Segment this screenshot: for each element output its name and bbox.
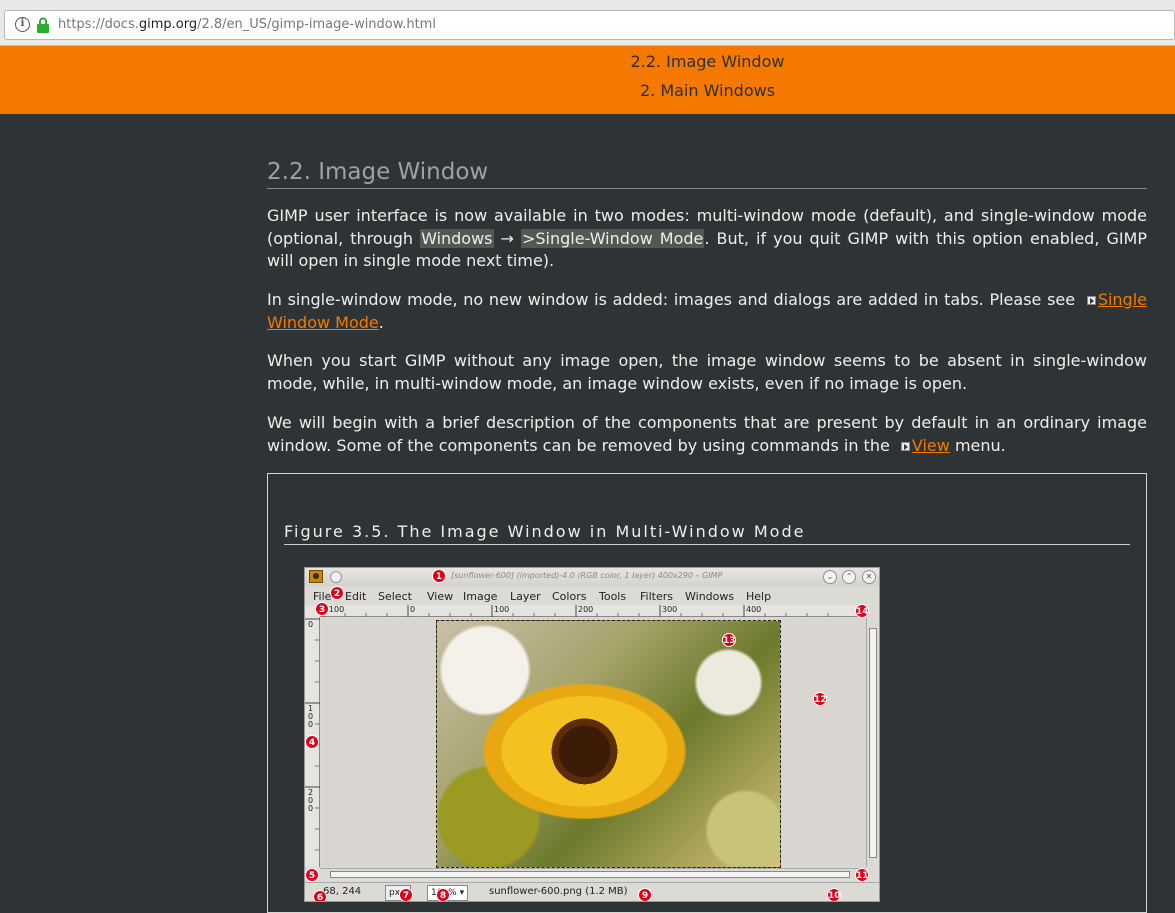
paragraph-modes: GIMP user interface is now available in …	[267, 206, 1148, 270]
ruler-label: 200	[578, 605, 594, 614]
header-current-section[interactable]: 2.2. Image Window	[0, 52, 1175, 71]
callout-marker: 10	[827, 888, 841, 901]
pointer-coordinates: 68, 244	[323, 886, 362, 897]
status-filename: sunflower-600.png (1.2 MB)	[489, 886, 628, 897]
gimp-menu-view: View	[427, 590, 454, 603]
gimp-statusbar: 68, 244 px ▾ 100% ▾ sunflower-600.png (1…	[305, 882, 879, 901]
gimp-menubar: File Edit Select View Image Layer Colors…	[305, 587, 879, 605]
url-text[interactable]: https://docs.gimp.org/2.8/en_US/gimp-ima…	[58, 17, 436, 32]
ruler-label: 400	[746, 605, 762, 614]
ruler-label: 100	[494, 605, 510, 614]
menu-ref-single-window: >Single-Window Mode	[520, 228, 705, 248]
lock-icon	[37, 17, 49, 33]
ruler-label: 1 0 0	[308, 704, 314, 729]
callout-marker: 12	[813, 692, 827, 706]
gimp-menu-edit: Edit	[345, 590, 367, 603]
gimp-menu-image: Image	[463, 590, 498, 603]
figure-title: Figure 3.5. The Image Window in Multi-Wi…	[284, 522, 1130, 545]
callout-marker: 9	[638, 888, 652, 901]
window-menu-icon	[330, 571, 342, 583]
browser-toolbar: i https://docs.gimp.org/2.8/en_US/gimp-i…	[0, 0, 1175, 46]
gimp-menu-select: Select	[378, 590, 412, 603]
callout-marker: 1	[432, 569, 446, 583]
ruler-label: 2 0 0	[308, 788, 314, 813]
gimp-menu-windows: Windows	[685, 590, 735, 603]
section-title: 2.2. Image Window	[267, 159, 1147, 189]
callout-marker: 6	[313, 890, 327, 901]
paragraph-single-window: In single-window mode, no new window is …	[267, 290, 1147, 332]
vertical-scrollbar	[866, 618, 879, 867]
gimp-menu-help: Help	[746, 590, 772, 603]
link-arrow-icon	[1086, 296, 1096, 305]
callout-marker: 4	[305, 735, 319, 749]
ruler-label: 300	[662, 605, 678, 614]
callout-marker: 7	[399, 888, 413, 901]
callout-marker: 3	[315, 602, 329, 616]
ruler-label: 0	[308, 620, 314, 629]
callout-marker: 2	[330, 586, 344, 600]
callout-marker: 14	[855, 604, 869, 618]
horizontal-ruler: -100 0 100 200 300 400	[320, 605, 866, 617]
close-icon: ✕	[862, 570, 876, 584]
menu-ref-windows: Windows	[420, 228, 494, 248]
callout-marker: 5	[305, 868, 319, 882]
gimp-titlebar: [sunflower-600] (imported)-4.0 (RGB colo…	[305, 568, 879, 586]
link-view-menu[interactable]: View	[912, 436, 950, 455]
address-bar[interactable]: i https://docs.gimp.org/2.8/en_US/gimp-i…	[4, 10, 1175, 40]
sunflower-image	[436, 620, 781, 868]
horizontal-scroll-thumb	[330, 871, 850, 878]
paragraph-components: We will begin with a brief description o…	[267, 413, 1147, 455]
wilber-icon	[309, 570, 323, 583]
callout-marker: 13	[722, 633, 736, 647]
gimp-menu-tools: Tools	[599, 590, 627, 603]
info-icon[interactable]: i	[15, 17, 30, 32]
gimp-menu-filters: Filters	[640, 590, 673, 603]
header-parent-section[interactable]: 2. Main Windows	[0, 81, 1175, 100]
maximize-icon: ⌃	[842, 570, 856, 584]
horizontal-scrollbar	[320, 868, 866, 880]
link-arrow-icon	[900, 441, 910, 451]
paragraph-no-image: When you start GIMP without any image op…	[267, 351, 1147, 393]
callout-marker: 8	[436, 888, 450, 901]
gimp-window-figure: [sunflower-600] (imported)-4.0 (RGB colo…	[304, 567, 880, 902]
minimize-icon: ⌄	[823, 570, 837, 584]
vertical-scroll-thumb	[869, 628, 877, 858]
doc-nav-header: 2.2. Image Window 2. Main Windows	[0, 46, 1175, 115]
callout-marker: 11	[855, 868, 869, 882]
ruler-label: 0	[410, 605, 416, 614]
gimp-menu-layer: Layer	[510, 590, 541, 603]
canvas-area	[321, 618, 866, 868]
gimp-title: [sunflower-600] (imported)-4.0 (RGB colo…	[451, 571, 723, 580]
gimp-menu-colors: Colors	[552, 590, 587, 603]
